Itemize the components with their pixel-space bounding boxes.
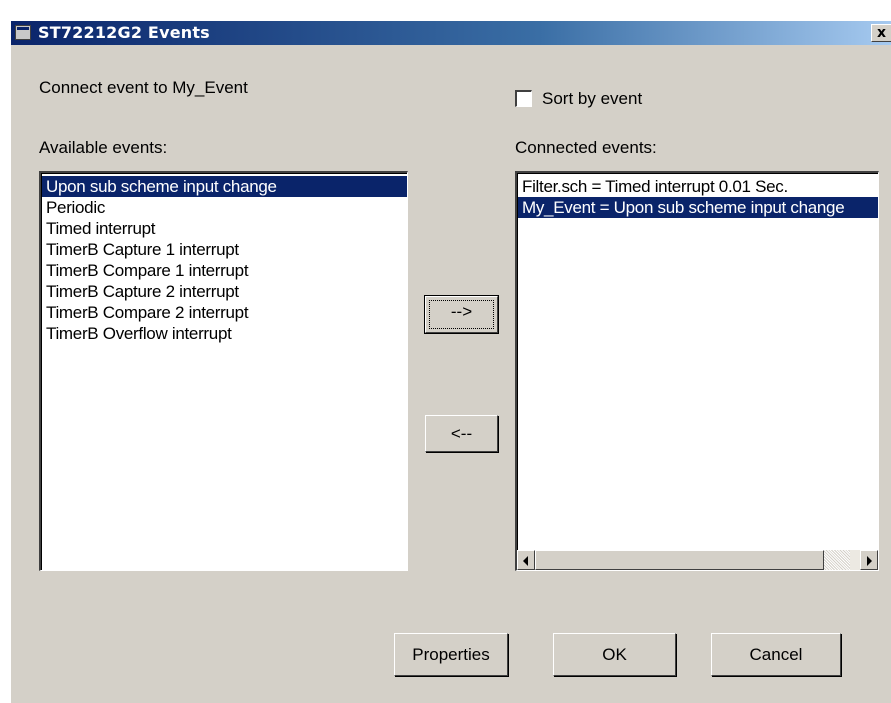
available-events-list[interactable]: Upon sub scheme input change Periodic Time… xyxy=(39,171,408,571)
scroll-right-arrow-icon xyxy=(867,556,872,566)
remove-event-button[interactable]: <-- xyxy=(425,415,498,452)
list-item[interactable]: Timed interrupt xyxy=(42,218,407,239)
sort-by-event-label[interactable]: Sort by event xyxy=(542,89,642,109)
events-dialog: ST72212G2 Events x Connect event to My_E… xyxy=(10,21,891,703)
list-item[interactable]: TimerB Capture 2 interrupt xyxy=(42,281,407,302)
horizontal-scrollbar[interactable] xyxy=(517,550,878,570)
add-event-button[interactable]: --> xyxy=(424,295,499,334)
sort-by-event-checkbox[interactable] xyxy=(515,90,532,107)
list-item[interactable]: TimerB Compare 1 interrupt xyxy=(42,260,407,281)
connect-event-label: Connect event to My_Event xyxy=(39,78,248,97)
scroll-left-button[interactable] xyxy=(517,550,535,570)
scroll-right-button[interactable] xyxy=(860,550,878,570)
list-item[interactable]: TimerB Overflow interrupt xyxy=(42,323,407,344)
cancel-button[interactable]: Cancel xyxy=(711,633,841,676)
ok-button[interactable]: OK xyxy=(553,633,676,676)
remove-event-button-label: <-- xyxy=(450,424,473,443)
cancel-button-label: Cancel xyxy=(749,645,803,664)
list-item[interactable]: Filter.sch = Timed interrupt 0.01 Sec. xyxy=(518,176,878,197)
close-button[interactable]: x xyxy=(871,24,891,42)
title-bar[interactable]: ST72212G2 Events x xyxy=(11,21,891,45)
scroll-track[interactable] xyxy=(824,550,850,570)
app-window-icon xyxy=(15,25,31,40)
add-event-button-label: --> xyxy=(450,302,473,321)
properties-button[interactable]: Properties xyxy=(394,633,508,676)
list-item[interactable]: Periodic xyxy=(42,197,407,218)
list-item[interactable]: My_Event = Upon sub scheme input change xyxy=(518,197,878,218)
list-item[interactable]: TimerB Capture 1 interrupt xyxy=(42,239,407,260)
available-events-label: Available events: xyxy=(39,138,168,157)
window-title: ST72212G2 Events xyxy=(38,23,210,42)
connected-events-list[interactable]: Filter.sch = Timed interrupt 0.01 Sec. My… xyxy=(515,171,879,571)
connected-events-label: Connected events: xyxy=(515,138,657,157)
ok-button-label: OK xyxy=(602,645,627,664)
close-icon: x xyxy=(876,25,887,41)
list-item[interactable]: Upon sub scheme input change xyxy=(42,176,407,197)
scroll-left-arrow-icon xyxy=(523,556,528,566)
list-item[interactable]: TimerB Compare 2 interrupt xyxy=(42,302,407,323)
properties-button-label: Properties xyxy=(412,645,490,664)
scroll-thumb[interactable] xyxy=(535,550,824,570)
